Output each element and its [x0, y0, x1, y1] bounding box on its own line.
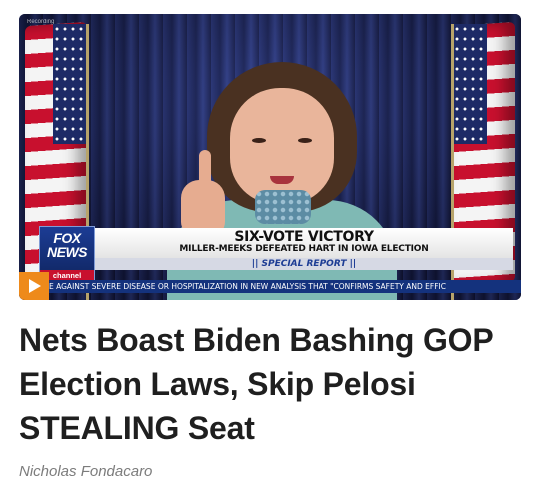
special-report-banner: || SPECIAL REPORT ||: [95, 258, 513, 270]
ticker-text: E AGAINST SEVERE DISEASE OR HOSPITALIZAT…: [49, 282, 446, 291]
video-thumbnail[interactable]: Recording FOX NEWS channel SIX-VOTE VICT…: [19, 14, 521, 300]
play-button[interactable]: [19, 272, 49, 300]
logo-text: FOX NEWS: [47, 230, 88, 260]
article-title[interactable]: Nets Boast Biden Bashing GOP Election La…: [19, 318, 519, 450]
article-card[interactable]: Recording FOX NEWS channel SIX-VOTE VICT…: [0, 0, 535, 496]
play-icon: [29, 279, 41, 293]
news-ticker: E AGAINST SEVERE DISEASE OR HOSPITALIZAT…: [19, 280, 521, 293]
chyron-subtitle: MILLER-MEEKS DEFEATED HART IN IOWA ELECT…: [179, 244, 429, 254]
chyron-title: SIX-VOTE VICTORY: [234, 229, 374, 245]
article-author[interactable]: Nicholas Fondacaro: [19, 463, 152, 480]
chyron-headline: SIX-VOTE VICTORY MILLER-MEEKS DEFEATED H…: [95, 228, 513, 258]
